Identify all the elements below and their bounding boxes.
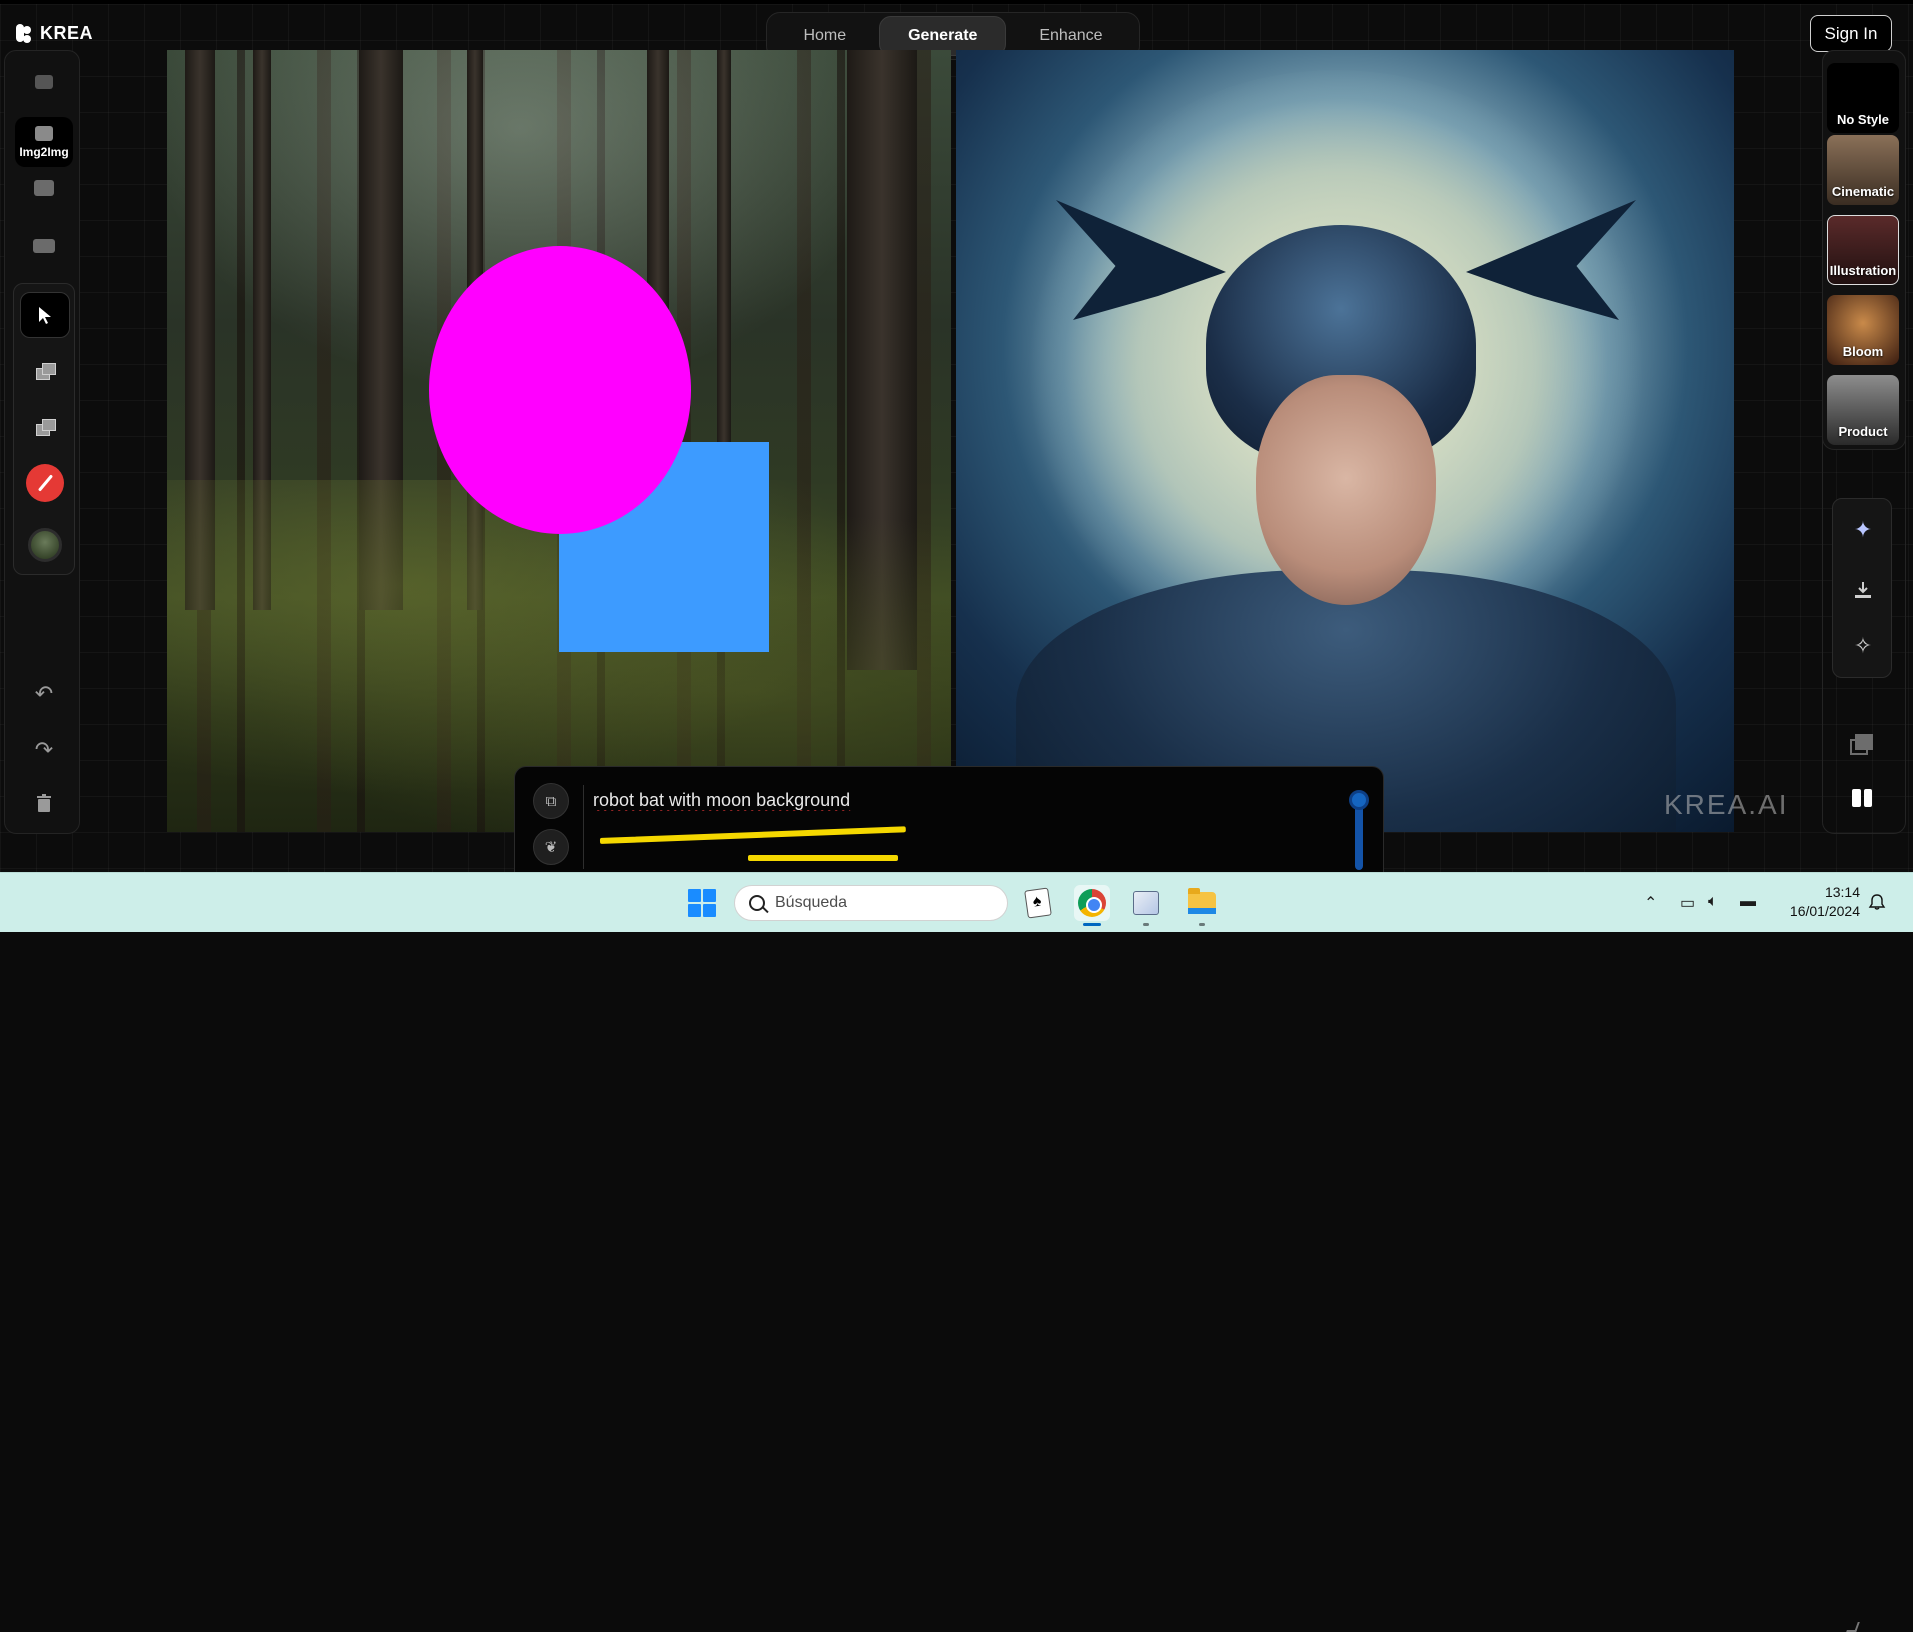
magic-wand-icon: ✧ — [1853, 633, 1873, 658]
network-icon[interactable]: ▭ — [1680, 893, 1695, 913]
screen-icon — [34, 180, 54, 196]
clock[interactable]: 13:14 16/01/2024 — [1776, 883, 1860, 921]
video-icon — [33, 239, 55, 253]
krea-logo-icon — [14, 22, 32, 44]
image-add-icon — [36, 419, 56, 436]
sign-in-button[interactable]: Sign In — [1810, 15, 1892, 52]
prompt-input[interactable] — [593, 785, 1233, 815]
search-icon — [749, 895, 765, 911]
style-bloom[interactable]: Bloom — [1827, 295, 1899, 365]
download-button[interactable] — [1833, 565, 1893, 615]
seed-button[interactable]: ❦ — [533, 829, 569, 865]
style-product[interactable]: Product — [1827, 375, 1899, 445]
input-canvas[interactable] — [167, 50, 951, 832]
magenta-circle-shape[interactable] — [429, 246, 691, 534]
annotation-stroke — [748, 855, 898, 861]
mode-video-button[interactable] — [15, 223, 73, 269]
img2img-label: Img2Img — [19, 144, 69, 159]
chevron-up-icon[interactable]: ⌃ — [1644, 893, 1657, 913]
image-link-icon: ⧉ — [545, 792, 557, 810]
mode-screen-button[interactable] — [15, 165, 73, 211]
select-tool-button[interactable] — [20, 292, 70, 338]
windows-taskbar: Búsqueda ⌃ ▭ 🔈︎ ▬ 13:14 16/01/2024 — [0, 872, 1913, 932]
style-no-style[interactable]: No Style — [1827, 63, 1899, 133]
background-image-button[interactable] — [20, 522, 70, 568]
split-view-icon[interactable] — [1852, 789, 1872, 807]
prompt-divider — [583, 785, 584, 869]
actions-group: ✦ ✧ — [1832, 498, 1892, 678]
strength-slider-knob[interactable] — [1349, 790, 1369, 810]
active-app-indicator — [1083, 923, 1101, 926]
image-icon — [35, 125, 53, 141]
chrome-icon — [1078, 889, 1106, 917]
brush-icon — [26, 464, 64, 502]
background-image-icon — [28, 528, 62, 562]
notification-bell-icon[interactable] — [1868, 893, 1886, 911]
krea-logo[interactable]: KREA — [14, 22, 93, 44]
undo-icon[interactable]: ↶ — [33, 681, 55, 707]
shapes-tool-button[interactable] — [20, 348, 70, 394]
file-explorer-icon — [1188, 888, 1216, 914]
file-explorer-app[interactable] — [1184, 885, 1220, 921]
sprout-icon: ❦ — [544, 839, 558, 856]
ai-mode-icon — [35, 75, 53, 89]
battery-icon[interactable]: ▬ — [1740, 893, 1756, 911]
chrome-app[interactable] — [1074, 885, 1110, 921]
brush-tool-button[interactable] — [20, 460, 70, 506]
volume-icon[interactable]: 🔈︎ — [1708, 893, 1718, 911]
style-illustration[interactable]: Illustration — [1827, 215, 1899, 285]
download-icon — [1855, 582, 1871, 598]
mode-ai-button[interactable] — [15, 59, 73, 105]
solitaire-icon — [1024, 887, 1052, 919]
shapes-icon — [36, 363, 56, 380]
clock-time: 13:14 — [1824, 884, 1860, 900]
resize-handle-icon[interactable] — [1846, 1622, 1860, 1632]
add-image-button[interactable] — [20, 404, 70, 450]
search-placeholder: Búsqueda — [775, 894, 848, 911]
enhance-sparkle-icon: ✦ — [1853, 517, 1873, 542]
clock-date: 16/01/2024 — [1789, 903, 1860, 919]
prompt-box: ⧉ ❦ — [514, 766, 1860, 1632]
left-toolbar: Img2Img ↶ ↷ — [4, 50, 80, 834]
paint-app[interactable] — [1128, 885, 1164, 921]
solitaire-app[interactable] — [1020, 885, 1056, 921]
paint-icon — [1133, 891, 1159, 915]
enhance-button[interactable]: ✦ — [1833, 505, 1893, 555]
canvas-tools — [13, 283, 75, 575]
trash-icon[interactable] — [33, 793, 55, 819]
layers-icon[interactable] — [1850, 734, 1873, 755]
brand-name: KREA — [40, 22, 94, 43]
style-cinematic[interactable]: Cinematic — [1827, 135, 1899, 205]
krea-app: KREA Home Generate Enhance Sign In Img2I… — [0, 0, 1913, 1632]
face — [1256, 375, 1436, 605]
running-app-indicator — [1143, 923, 1149, 926]
select-tool-icon — [39, 307, 51, 324]
watermark: KREA.AI — [1664, 789, 1789, 820]
output-image — [956, 50, 1734, 832]
taskbar-search[interactable]: Búsqueda — [734, 885, 1008, 921]
start-button[interactable] — [688, 889, 716, 917]
image-prompt-button[interactable]: ⧉ — [533, 783, 569, 819]
style-list: No Style Cinematic Illustration Bloom Pr… — [1822, 50, 1906, 450]
mode-img2img-button[interactable]: Img2Img — [15, 117, 73, 167]
magic-wand-button[interactable]: ✧ — [1833, 621, 1893, 671]
running-app-indicator — [1199, 923, 1205, 926]
redo-icon[interactable]: ↷ — [33, 737, 55, 763]
